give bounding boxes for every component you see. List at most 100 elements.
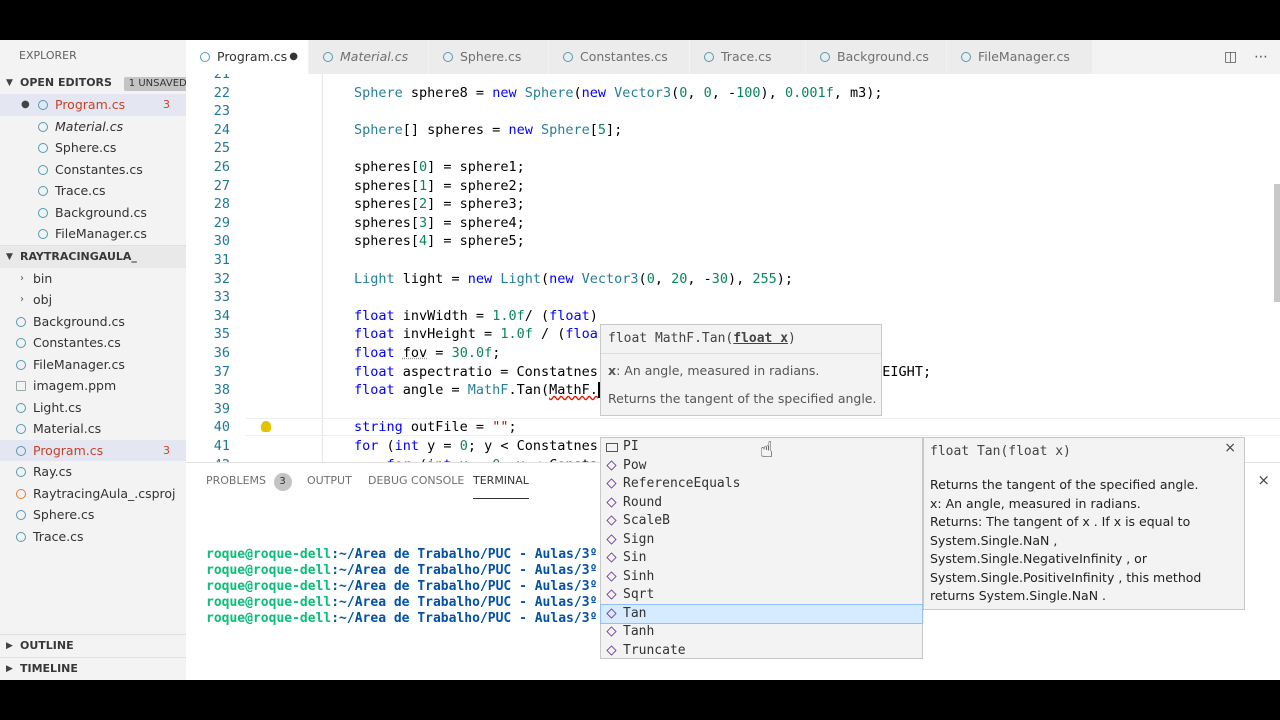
code-line-40[interactable]: string outFile = ""; xyxy=(354,418,517,437)
suggest-item-sqrt[interactable]: Sqrt xyxy=(601,586,922,605)
tab-program[interactable]: Program.cs ● xyxy=(186,40,309,74)
suggest-item-tanh[interactable]: Tanh xyxy=(601,623,922,642)
code-line-29[interactable]: spheres[3] = sphere4; xyxy=(354,214,525,233)
tab-trace[interactable]: Trace.cs xyxy=(690,40,806,74)
open-editor-item-constantes[interactable]: Constantes.cs xyxy=(0,159,186,181)
open-editor-item-background[interactable]: Background.cs xyxy=(0,202,186,224)
suggest-item-round[interactable]: Round xyxy=(601,494,922,513)
suggest-item-scaleb[interactable]: ScaleB xyxy=(601,512,922,531)
panel-tab-output[interactable]: OUTPUT xyxy=(307,463,352,499)
code-line-32[interactable]: Light light = new Light(new Vector3(0, 2… xyxy=(354,270,793,289)
editor-scrollbar[interactable] xyxy=(1274,74,1280,462)
file-item-material[interactable]: Material.cs xyxy=(0,418,186,440)
hint-param-doc: x: An angle, measured in radians. xyxy=(608,363,820,378)
csharp-file-icon xyxy=(961,52,971,62)
code-line-26[interactable]: spheres[0] = sphere1; xyxy=(354,158,525,177)
suggest-item-sign[interactable]: Sign xyxy=(601,531,922,550)
code-line-41[interactable]: for (int y = 0; y < Constatnes xyxy=(354,437,598,456)
folder-item-obj[interactable]: › obj xyxy=(0,289,186,311)
csharp-file-icon xyxy=(38,121,48,132)
close-icon[interactable]: × xyxy=(1257,471,1270,489)
tab-sphere[interactable]: Sphere.cs xyxy=(429,40,549,74)
file-label: Light.cs xyxy=(33,399,82,415)
suggest-item-sinh[interactable]: Sinh xyxy=(601,568,922,587)
method-icon xyxy=(606,626,617,637)
open-editor-item-material[interactable]: Material.cs xyxy=(0,116,186,138)
folder-item-bin[interactable]: › bin xyxy=(0,268,186,290)
csharp-file-icon xyxy=(16,402,26,413)
line-number: 29 xyxy=(213,214,230,231)
method-icon xyxy=(606,533,617,545)
code-line-35[interactable]: float invHeight = 1.0f / (floa xyxy=(354,325,598,344)
line-number: 39 xyxy=(213,400,230,417)
line-number: 41 xyxy=(213,438,230,454)
lightbulb-icon[interactable] xyxy=(261,421,271,432)
terminal-line: roque@roque-dell:~/Area de Trabalho/PUC … xyxy=(206,563,598,578)
open-editor-item-trace[interactable]: Trace.cs xyxy=(0,180,186,202)
file-item-sphere[interactable]: Sphere.cs xyxy=(0,504,186,526)
line-number: 35 xyxy=(213,326,230,343)
file-label: imagem.ppm xyxy=(33,378,117,393)
line-number: 28 xyxy=(213,196,230,213)
file-item-csproj[interactable]: RaytracingAula_.csproj xyxy=(0,483,186,505)
line-number: 24 xyxy=(213,121,230,138)
terminal-line: roque@roque-dell:~/Area de Trabalho/PUC … xyxy=(206,547,598,562)
code-line-36[interactable]: float fov = 30.0f; xyxy=(354,344,500,363)
project-folder-label: RAYTRACINGAULA_ xyxy=(20,249,137,263)
file-item-ray[interactable]: Ray.cs xyxy=(0,461,186,483)
csharp-file-icon xyxy=(16,531,26,542)
hand-pointer-icon: ☝ xyxy=(760,438,774,463)
code-line-24[interactable]: Sphere[] spheres = new Sphere[5]; xyxy=(354,121,622,140)
file-item-constantes[interactable]: Constantes.cs xyxy=(0,332,186,354)
tab-material[interactable]: Material.cs xyxy=(309,40,429,74)
hint-returns: Returns the tangent of the specified ang… xyxy=(608,391,877,406)
code-line-34[interactable]: float invWidth = 1.0f/ (float) xyxy=(354,307,598,326)
line-number: 37 xyxy=(213,363,230,380)
tab-constantes[interactable]: Constantes.cs xyxy=(549,40,690,74)
file-item-imagem[interactable]: imagem.ppm xyxy=(0,375,186,397)
file-item-filemanager[interactable]: FileManager.cs xyxy=(0,354,186,376)
tab-filemanager[interactable]: FileManager.cs xyxy=(947,40,1093,74)
code-line-27[interactable]: spheres[1] = sphere2; xyxy=(354,177,525,196)
suggest-item-sin[interactable]: Sin xyxy=(601,549,922,568)
close-icon[interactable]: × xyxy=(1224,440,1236,456)
file-item-light[interactable]: Light.cs xyxy=(0,397,186,419)
tab-label: Background.cs xyxy=(837,49,929,64)
file-label: Constantes.cs xyxy=(33,335,121,350)
explorer-title: EXPLORER xyxy=(19,49,77,62)
csharp-file-icon xyxy=(820,52,830,62)
more-actions-icon[interactable]: ⋯ xyxy=(1254,40,1268,74)
open-editor-item-sphere[interactable]: Sphere.cs xyxy=(0,137,186,159)
suggest-item-referenceequals[interactable]: ReferenceEquals xyxy=(601,475,922,494)
chevron-down-icon: ▼ xyxy=(6,78,13,88)
panel-tab-label: PROBLEMS xyxy=(206,474,267,487)
file-label: FileManager.cs xyxy=(33,356,125,372)
split-editor-icon[interactable]: ◫ xyxy=(1224,40,1237,74)
file-item-trace[interactable]: Trace.cs xyxy=(0,526,186,548)
file-item-background[interactable]: Background.cs xyxy=(0,311,186,333)
open-editor-item-program[interactable]: ● Program.cs 3 xyxy=(0,94,186,116)
panel-tab-problems[interactable]: PROBLEMS 3 xyxy=(206,463,292,499)
project-folder-section[interactable]: ▼ RAYTRACINGAULA_ xyxy=(0,244,186,268)
suggest-details-panel: float Tan(float x) × Returns the tangent… xyxy=(923,437,1245,610)
autocomplete-list[interactable]: PI Pow ReferenceEquals Round ScaleB Sign… xyxy=(600,437,923,659)
scrollbar-thumb[interactable] xyxy=(1274,184,1280,302)
open-editors-section[interactable]: ▼ OPEN EDITORS 1 UNSAVED xyxy=(0,72,192,94)
outline-section[interactable]: ▶ OUTLINE xyxy=(0,634,186,657)
file-item-program[interactable]: Program.cs 3 xyxy=(0,439,186,461)
tab-background[interactable]: Background.cs xyxy=(806,40,947,74)
panel-tab-debug-console[interactable]: DEBUG CONSOLE xyxy=(368,463,464,499)
suggest-item-tan[interactable]: Tan xyxy=(600,603,923,624)
suggest-item-truncate[interactable]: Truncate xyxy=(601,642,922,661)
open-editor-item-filemanager[interactable]: FileManager.cs xyxy=(0,223,186,245)
code-line-38[interactable]: float angle = MathF.Tan(MathF.) xyxy=(354,381,608,400)
timeline-section[interactable]: ▶ TIMELINE xyxy=(0,657,186,680)
code-line-30[interactable]: spheres[4] = sphere5; xyxy=(354,232,525,251)
unsaved-dot-icon[interactable]: ● xyxy=(289,40,298,74)
file-label: Trace.cs xyxy=(33,528,84,544)
code-line-28[interactable]: spheres[2] = sphere3; xyxy=(354,195,525,214)
code-line-22[interactable]: Sphere sphere8 = new Sphere(new Vector3(… xyxy=(354,84,883,103)
line-number: 33 xyxy=(213,289,230,306)
panel-tab-terminal[interactable]: TERMINAL xyxy=(473,463,529,499)
line-number: 23 xyxy=(213,103,230,120)
